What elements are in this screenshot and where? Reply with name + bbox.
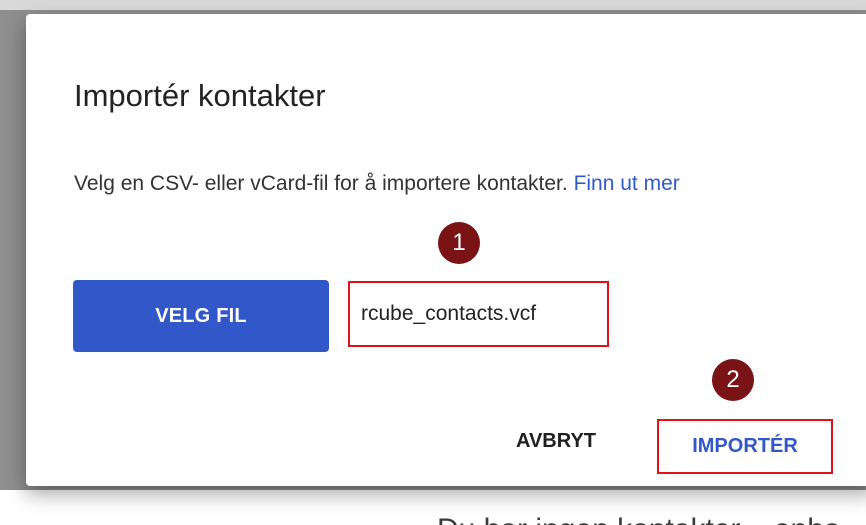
description-text: Velg en CSV- eller vCard-fil for å impor… (74, 172, 574, 195)
import-button[interactable]: IMPORTÉR (657, 419, 833, 474)
dialog-description: Velg en CSV- eller vCard-fil for å impor… (74, 166, 834, 202)
learn-more-link[interactable]: Finn ut mer (574, 172, 680, 195)
step-1-badge: 1 (438, 222, 480, 264)
import-contacts-dialog: Importér kontakter Velg en CSV- eller vC… (26, 14, 866, 486)
step-2-badge: 2 (712, 359, 754, 401)
cancel-button[interactable]: AVBRYT (496, 428, 616, 454)
dialog-title: Importér kontakter (74, 78, 326, 113)
background-panel: Du har ingen kontakter – enha (0, 490, 866, 525)
selected-file-name: rcube_contacts.vcf (348, 281, 609, 347)
choose-file-button[interactable]: VELG FIL (73, 280, 329, 352)
backdrop-strip (0, 0, 866, 10)
empty-state-text: Du har ingen kontakter – enha (437, 515, 841, 525)
